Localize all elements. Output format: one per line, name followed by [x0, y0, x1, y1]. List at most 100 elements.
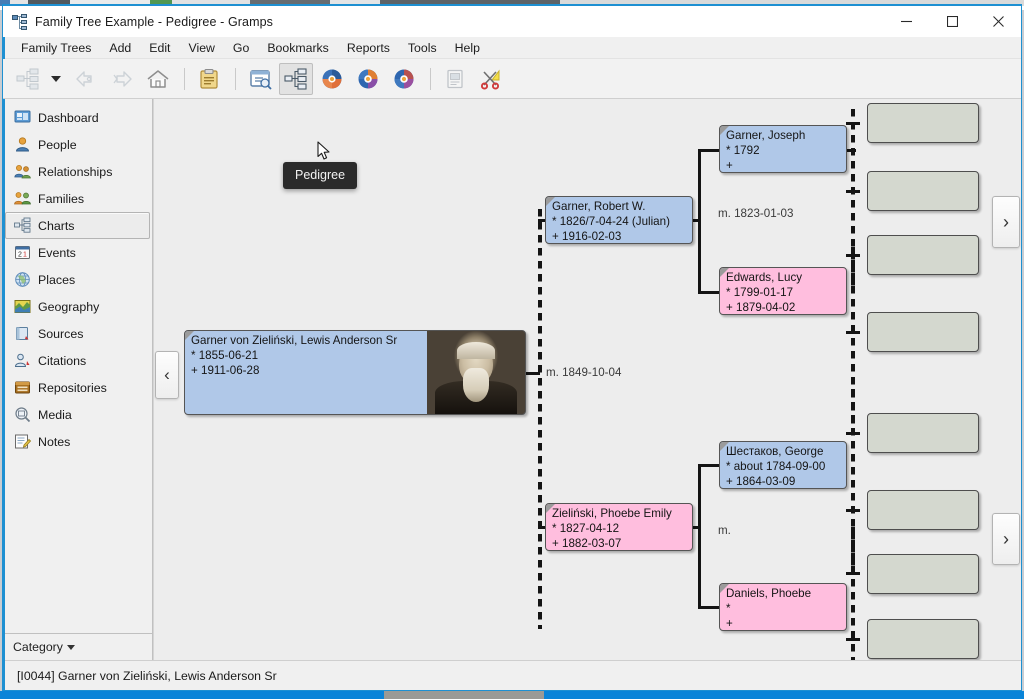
- status-bar: [I0044] Garner von Zieliński, Lewis Ande…: [3, 660, 1021, 690]
- forward-button[interactable]: [105, 63, 139, 95]
- sidebar-item-families[interactable]: Families: [5, 185, 150, 212]
- sidebar-item-label: Families: [38, 192, 84, 206]
- svg-text:2: 2: [18, 252, 22, 259]
- connector: [846, 254, 860, 257]
- person-box-empty-4[interactable]: [867, 312, 979, 352]
- fan-chart-descendant-button[interactable]: [351, 63, 385, 95]
- dashboard-icon: [14, 109, 31, 126]
- sidebar-item-media[interactable]: Media: [5, 401, 150, 428]
- person-box-empty-5[interactable]: [867, 413, 979, 453]
- map-icon: [14, 298, 31, 315]
- expander-right-lower-button[interactable]: ›: [992, 513, 1020, 565]
- category-label: Category: [13, 640, 63, 654]
- person-death: + 1864-03-09: [726, 474, 842, 489]
- window-title: Family Tree Example - Pedigree - Gramps: [35, 15, 273, 29]
- person-box-paternal-grandfather[interactable]: Garner, Joseph * 1792 +: [719, 125, 847, 173]
- close-button[interactable]: [975, 6, 1021, 37]
- menu-go[interactable]: Go: [225, 39, 257, 57]
- category-selector[interactable]: Category: [3, 633, 152, 660]
- person-box-empty-8[interactable]: [867, 619, 979, 659]
- menu-edit[interactable]: Edit: [141, 39, 178, 57]
- person-box-father[interactable]: Garner, Robert W. * 1826/7-04-24 (Julian…: [545, 196, 693, 244]
- maximize-button[interactable]: [929, 6, 975, 37]
- person-box-empty-7[interactable]: [867, 554, 979, 594]
- calendar-icon: 2 1: [14, 244, 31, 261]
- chevron-right-icon: ›: [1003, 529, 1009, 550]
- reports-button[interactable]: [438, 63, 472, 95]
- person-death: + 1916-02-03: [552, 229, 688, 244]
- pedigree-button[interactable]: [279, 63, 313, 95]
- menu-help[interactable]: Help: [447, 39, 488, 57]
- sidebar-item-citations[interactable]: Citations: [5, 347, 150, 374]
- connector: [846, 509, 860, 512]
- connector: [698, 464, 720, 467]
- configure-view-button[interactable]: [243, 63, 277, 95]
- person-box-empty-1[interactable]: [867, 103, 979, 143]
- book-icon: [14, 325, 31, 342]
- svg-text:1: 1: [23, 252, 27, 259]
- menu-bookmarks[interactable]: Bookmarks: [259, 39, 337, 57]
- sidebar-item-places[interactable]: Places: [5, 266, 150, 293]
- menu-family-trees[interactable]: Family Trees: [13, 39, 99, 57]
- sidebar-item-label: Notes: [38, 435, 70, 449]
- relationships-icon: [14, 163, 31, 180]
- sidebar-item-label: Sources: [38, 327, 83, 341]
- person-box-paternal-grandmother[interactable]: Edwards, Lucy * 1799-01-17 + 1879-04-02: [719, 267, 847, 315]
- person-death: +: [726, 158, 842, 173]
- person-tree-dropdown[interactable]: [47, 63, 65, 95]
- person-tree-button[interactable]: [11, 63, 45, 95]
- sidebar-item-geography[interactable]: Geography: [5, 293, 150, 320]
- connector: [698, 291, 720, 294]
- sidebar-item-dashboard[interactable]: Dashboard: [5, 104, 150, 131]
- menu-reports[interactable]: Reports: [339, 39, 398, 57]
- minimize-button[interactable]: [883, 6, 929, 37]
- privacy-corner-icon: [546, 504, 555, 513]
- menu-add[interactable]: Add: [101, 39, 139, 57]
- person-name: Шестаков, George: [726, 444, 842, 459]
- sidebar-item-relationships[interactable]: Relationships: [5, 158, 150, 185]
- menu-tools[interactable]: Tools: [400, 39, 445, 57]
- note-icon: [14, 433, 31, 450]
- connector: [698, 149, 720, 152]
- toolbar: Pedigree: [3, 59, 1021, 99]
- title-bar: Family Tree Example - Pedigree - Gramps: [3, 6, 1021, 37]
- sidebar-item-repositories[interactable]: Repositories: [5, 374, 150, 401]
- person-box-mother[interactable]: Zieliński, Phoebe Emily * 1827-04-12 + 1…: [545, 503, 693, 551]
- person-death: + 1882-03-07: [552, 536, 688, 551]
- sidebar-item-charts[interactable]: Charts: [5, 212, 150, 239]
- person-birth: * 1792: [726, 143, 842, 158]
- sidebar-item-events[interactable]: 2 1 Events: [5, 239, 150, 266]
- sidebar-item-label: People: [38, 138, 77, 152]
- status-text: [I0044] Garner von Zieliński, Lewis Ande…: [17, 669, 277, 683]
- fan-chart-button[interactable]: [315, 63, 349, 95]
- sidebar-item-sources[interactable]: Sources: [5, 320, 150, 347]
- privacy-corner-icon: [720, 268, 729, 277]
- fan-chart-2way-button[interactable]: [387, 63, 421, 95]
- person-photo: [427, 331, 525, 414]
- tools-button[interactable]: [474, 63, 508, 95]
- privacy-corner-icon: [185, 331, 194, 340]
- clipboard-button[interactable]: [192, 63, 226, 95]
- home-button[interactable]: [141, 63, 175, 95]
- person-box-empty-2[interactable]: [867, 171, 979, 211]
- person-box-maternal-grandmother[interactable]: Daniels, Phoebe * +: [719, 583, 847, 631]
- person-icon: [14, 136, 31, 153]
- person-box-root[interactable]: Garner von Zieliński, Lewis Anderson Sr …: [184, 330, 526, 415]
- privacy-corner-icon: [720, 126, 729, 135]
- connector: [846, 122, 860, 125]
- back-button[interactable]: [69, 63, 103, 95]
- person-box-maternal-grandfather[interactable]: Шестаков, George * about 1784-09-00 + 18…: [719, 441, 847, 489]
- person-box-empty-6[interactable]: [867, 490, 979, 530]
- person-box-empty-3[interactable]: [867, 235, 979, 275]
- person-death: + 1879-04-02: [726, 300, 842, 315]
- expander-right-upper-button[interactable]: ›: [992, 196, 1020, 248]
- sidebar-item-notes[interactable]: Notes: [5, 428, 150, 455]
- chevron-down-icon: [51, 76, 61, 82]
- expander-left-button[interactable]: ‹: [155, 351, 179, 399]
- marriage-label-paternal: m. 1823-01-03: [718, 207, 793, 220]
- marriage-label-parents: m. 1849-10-04: [546, 366, 621, 379]
- person-name: Daniels, Phoebe: [726, 586, 842, 601]
- person-birth: * about 1784-09-00: [726, 459, 842, 474]
- menu-view[interactable]: View: [180, 39, 222, 57]
- sidebar-item-people[interactable]: People: [5, 131, 150, 158]
